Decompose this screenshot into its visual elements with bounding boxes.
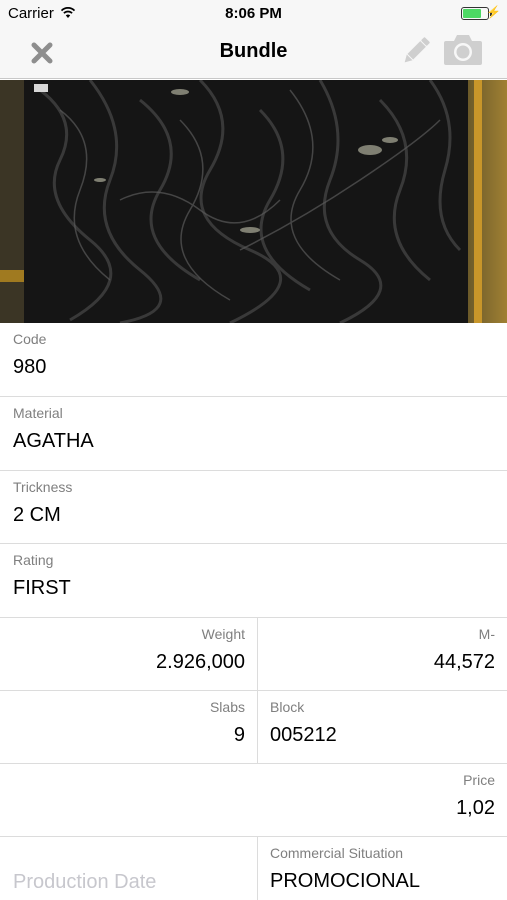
rating-value: FIRST <box>13 577 71 599</box>
commercial-situation-field: Commercial Situation PROMOCIONAL <box>258 837 507 900</box>
square-meters-label: M- <box>478 626 495 642</box>
thickness-label: Trickness <box>13 479 73 495</box>
material-value: AGATHA <box>13 430 94 452</box>
code-field: Code 980 <box>0 323 507 397</box>
navigation-bar: Bundle <box>0 28 507 79</box>
rating-label: Rating <box>13 552 54 568</box>
weight-field: Weight 2.926,000 <box>0 618 257 691</box>
thickness-value: 2 CM <box>13 504 61 526</box>
material-label: Material <box>13 405 63 421</box>
camera-icon[interactable] <box>442 31 484 69</box>
weight-value: 2.926,000 <box>156 651 245 673</box>
production-date-field[interactable]: Production Date <box>0 837 257 900</box>
rating-field: Rating FIRST <box>0 544 507 618</box>
square-meters-field: M- 44,572 <box>258 618 507 691</box>
material-field: Material AGATHA <box>0 397 507 471</box>
code-value: 980 <box>13 356 47 378</box>
status-bar: Carrier 8:06 PM ⚡ <box>0 0 507 28</box>
production-date-placeholder: Production Date <box>13 871 157 893</box>
charging-bolt-icon: ⚡ <box>486 5 501 19</box>
bundle-photo <box>0 80 507 323</box>
weight-label: Weight <box>201 626 245 642</box>
block-label: Block <box>270 699 305 715</box>
status-time: 8:06 PM <box>225 5 282 22</box>
square-meters-value: 44,572 <box>433 651 495 673</box>
commercial-situation-label: Commercial Situation <box>270 845 404 861</box>
price-value: 1,02 <box>456 797 495 819</box>
thickness-field: Trickness 2 CM <box>0 471 507 544</box>
battery-icon <box>461 7 492 20</box>
commercial-situation-value: PROMOCIONAL <box>270 870 421 892</box>
slabs-value: 9 <box>233 724 245 746</box>
block-field: Block 005212 <box>258 691 507 764</box>
pencil-icon[interactable] <box>398 33 434 69</box>
slabs-field: Slabs 9 <box>0 691 257 764</box>
block-value: 005212 <box>270 724 337 746</box>
price-label: Price <box>463 772 495 788</box>
code-label: Code <box>13 331 47 347</box>
price-field: Price 1,02 <box>0 764 507 837</box>
slabs-label: Slabs <box>209 699 245 715</box>
